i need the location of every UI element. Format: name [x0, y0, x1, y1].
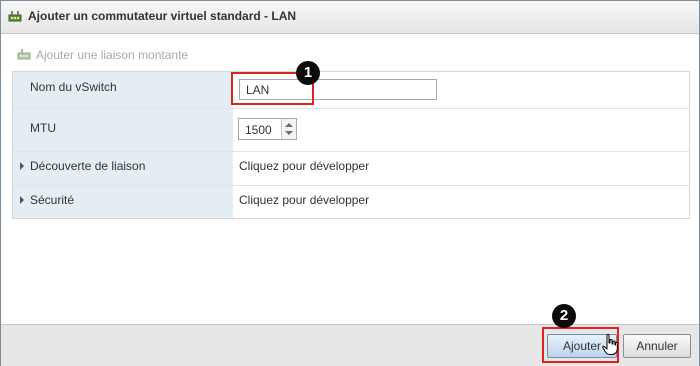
- row-link-discovery[interactable]: Découverte de liaison Cliquez pour dével…: [13, 152, 689, 186]
- vswitch-icon: [8, 11, 22, 22]
- row-label-cell: MTU: [13, 109, 233, 151]
- mtu-value: 1500: [245, 123, 272, 137]
- spin-down-icon[interactable]: [285, 131, 293, 135]
- hand-cursor-icon: [602, 334, 618, 355]
- dialog-title: Ajouter un commutateur virtuel standard …: [28, 9, 297, 23]
- vswitch-properties-grid: Nom du vSwitch MTU Découverte de liaison…: [12, 71, 690, 219]
- row-label-cell: Nom du vSwitch: [13, 72, 233, 108]
- row-label-cell: Sécurité: [13, 186, 233, 218]
- add-uplink-label: Ajouter une liaison montante: [36, 48, 189, 62]
- callout-badge-1: 1: [296, 61, 320, 85]
- security-label: Sécurité: [30, 193, 75, 207]
- link-discovery-value[interactable]: Cliquez pour développer: [239, 159, 369, 173]
- expand-caret-icon[interactable]: [20, 196, 24, 204]
- vswitch-name-input[interactable]: [239, 79, 437, 100]
- row-label-cell: Découverte de liaison: [13, 152, 233, 185]
- security-value[interactable]: Cliquez pour développer: [239, 193, 369, 207]
- mtu-spinner-buttons[interactable]: [281, 119, 296, 139]
- spin-up-icon[interactable]: [285, 123, 293, 127]
- callout-badge-2: 2: [552, 304, 576, 328]
- row-mtu: MTU: [13, 109, 689, 152]
- mtu-label: MTU: [30, 121, 56, 135]
- row-vswitch-name: Nom du vSwitch: [13, 72, 689, 109]
- cancel-button[interactable]: Annuler: [623, 334, 691, 358]
- dialog-titlebar: Ajouter un commutateur virtuel standard …: [1, 1, 699, 34]
- mtu-spinner[interactable]: 1500: [238, 118, 297, 140]
- add-uplink-icon: [17, 49, 31, 60]
- add-vswitch-dialog: Ajouter un commutateur virtuel standard …: [0, 0, 700, 366]
- row-security[interactable]: Sécurité Cliquez pour développer: [13, 186, 689, 218]
- link-discovery-label: Découverte de liaison: [30, 159, 146, 173]
- expand-caret-icon[interactable]: [20, 162, 24, 170]
- vswitch-name-label: Nom du vSwitch: [30, 80, 117, 94]
- dialog-footer: Ajouter Annuler: [1, 324, 699, 366]
